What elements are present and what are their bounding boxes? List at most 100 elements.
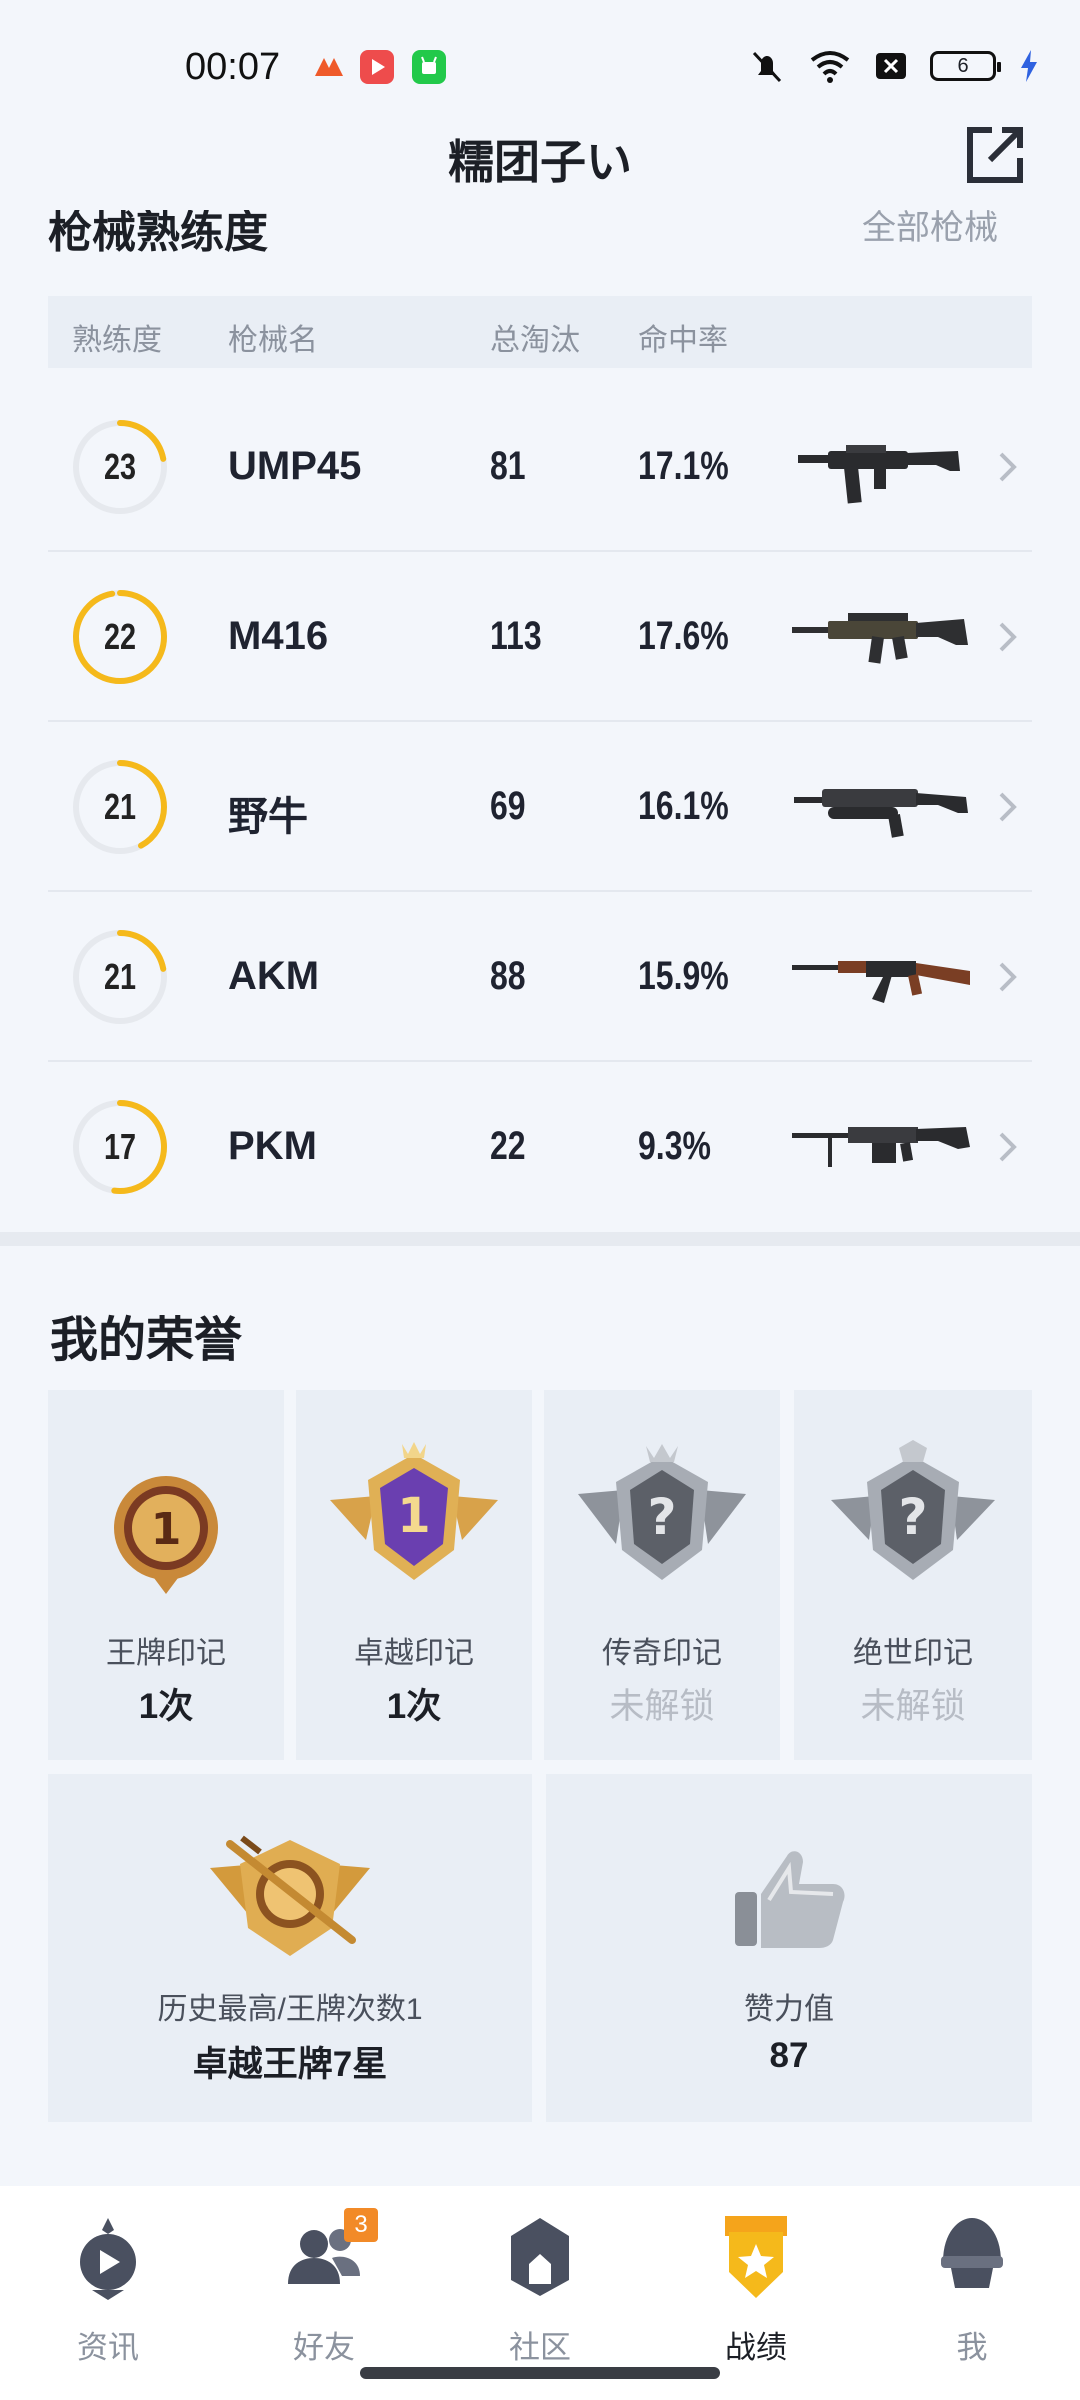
chevron-right-icon	[999, 452, 1017, 482]
proficiency-level: 21	[103, 786, 137, 827]
nav-item-news[interactable]: 资讯	[28, 2214, 188, 2365]
excellence-shield-icon: 1	[330, 1442, 498, 1580]
ace-medal-icon: 1	[114, 1476, 218, 1594]
likes-label: 赞力值	[744, 1993, 834, 2026]
nav-label: 社区	[509, 2330, 571, 2365]
friends-badge: 3	[344, 2208, 378, 2242]
honor-card-value: 未解锁	[860, 1687, 966, 1726]
peerless-locked-icon: ?	[831, 1440, 995, 1580]
share-icon[interactable]	[962, 122, 1028, 188]
bizon-weapon-icon	[794, 789, 968, 838]
weapon-accuracy: 17.1%	[638, 444, 729, 488]
honor-card-peerless[interactable]: ? 绝世印记 未解锁	[794, 1390, 1032, 1760]
battery-indicator: 6	[930, 51, 1001, 81]
sim-off-icon	[876, 53, 906, 79]
weapon-accuracy: 16.1%	[638, 784, 729, 828]
honor-card-likes[interactable]: 赞力值 87	[546, 1774, 1032, 2122]
battery-level: 6	[957, 55, 969, 77]
nav-item-community[interactable]: 社区	[460, 2214, 620, 2365]
proficiency-level: 23	[103, 446, 137, 487]
honor-section-title: 我的荣誉	[50, 1314, 243, 1367]
nav-item-friends[interactable]: 3 好友	[244, 2208, 404, 2365]
weapon-accuracy: 17.6%	[638, 614, 729, 658]
app-notification-icon	[312, 50, 346, 84]
proficiency-level: 17	[103, 1126, 137, 1167]
weapon-section-heading: 枪械熟练度 全部枪械	[48, 210, 1038, 270]
news-icon	[80, 2218, 136, 2300]
honor-card-label: 卓越印记	[354, 1637, 474, 1670]
column-kills: 总淘汰	[490, 324, 580, 357]
weapon-kills: 69	[490, 784, 526, 828]
column-proficiency: 熟练度	[72, 324, 162, 357]
honor-card-value: 1次	[138, 1687, 194, 1726]
honor-card-value: 1次	[386, 1687, 442, 1726]
weapon-section-title: 枪械熟练度	[48, 210, 268, 257]
charging-icon	[1021, 50, 1037, 82]
proficiency-level: 21	[103, 956, 137, 997]
honor-card-ace[interactable]: 1 王牌印记 1次	[48, 1390, 284, 1760]
weapon-name: UMP45	[228, 444, 362, 488]
rank-badge-icon	[210, 1835, 370, 1956]
weapon-table-header: 熟练度 枪械名 总淘汰 命中率	[48, 296, 1032, 368]
green-app-icon	[412, 50, 446, 84]
thumbs-up-icon	[735, 1851, 845, 1948]
ump45-weapon-icon	[798, 445, 960, 504]
best-rank-value: 卓越王牌7星	[192, 2045, 388, 2084]
pkm-weapon-icon	[792, 1127, 970, 1167]
weapon-name: 野牛	[228, 795, 308, 839]
honor-card-label: 绝世印记	[853, 1637, 973, 1670]
m416-weapon-icon	[792, 613, 968, 664]
page-title: 糯团子い	[448, 136, 632, 188]
honor-card-best-rank[interactable]: 历史最高/王牌次数1 卓越王牌7星	[48, 1774, 532, 2122]
weapon-name: PKM	[228, 1124, 317, 1168]
chevron-right-icon	[999, 792, 1017, 822]
weapon-row[interactable]: 23 UMP45 81 17.1%	[48, 382, 1032, 552]
chevron-right-icon	[999, 1132, 1017, 1162]
record-icon	[725, 2216, 787, 2298]
community-icon	[511, 2218, 569, 2296]
title-bar: 糯团子い	[0, 110, 1080, 210]
akm-weapon-icon	[792, 961, 970, 1003]
weapon-name: M416	[228, 614, 329, 658]
best-rank-label: 历史最高/王牌次数1	[157, 1993, 423, 2026]
all-weapons-link[interactable]: 全部枪械	[862, 210, 998, 249]
honor-card-value: 未解锁	[609, 1687, 715, 1726]
nav-label: 我	[956, 2330, 988, 2365]
weapon-name: AKM	[228, 954, 320, 998]
honor-card-excellence[interactable]: 1 卓越印记 1次	[296, 1390, 532, 1760]
honor-card-legend[interactable]: ? 传奇印记 未解锁	[544, 1390, 780, 1760]
weapon-row[interactable]: 21 AKM 88 15.9%	[48, 892, 1032, 1062]
profile-icon	[941, 2218, 1003, 2288]
legend-locked-icon: ?	[578, 1444, 746, 1580]
nav-label: 战绩	[725, 2330, 787, 2365]
proficiency-level: 22	[103, 616, 137, 657]
svg-text:1: 1	[397, 1488, 430, 1544]
honor-card-label: 王牌印记	[106, 1637, 226, 1670]
weapon-accuracy: 15.9%	[638, 954, 729, 998]
nav-item-record[interactable]: 战绩	[676, 2214, 836, 2365]
weapon-kills: 113	[490, 614, 542, 658]
nav-label: 好友	[293, 2330, 355, 2365]
honor-card-label: 传奇印记	[602, 1637, 722, 1670]
likes-value: 87	[769, 2036, 809, 2075]
status-time: 00:07	[185, 46, 281, 88]
weapon-row[interactable]: 17 PKM 22 9.3%	[48, 1062, 1032, 1232]
column-weapon-name: 枪械名	[228, 324, 318, 357]
chevron-right-icon	[999, 962, 1017, 992]
video-app-icon	[360, 50, 394, 84]
weapon-kills: 81	[490, 444, 526, 488]
section-divider	[0, 1232, 1080, 1246]
column-accuracy: 命中率	[638, 324, 728, 357]
weapon-row[interactable]: 22 M416 113 17.6%	[48, 552, 1032, 722]
weapon-accuracy: 9.3%	[638, 1124, 711, 1168]
wifi-icon	[810, 51, 850, 83]
weapon-kills: 88	[490, 954, 526, 998]
svg-text:?: ?	[898, 1488, 927, 1546]
weapon-row[interactable]: 21 野牛 69 16.1%	[48, 722, 1032, 892]
home-indicator[interactable]	[360, 2367, 720, 2379]
nav-label: 资讯	[77, 2330, 139, 2365]
chevron-right-icon	[999, 622, 1017, 652]
mute-bell-icon	[752, 51, 782, 83]
weapon-kills: 22	[490, 1124, 526, 1168]
nav-item-profile[interactable]: 我	[892, 2214, 1052, 2365]
